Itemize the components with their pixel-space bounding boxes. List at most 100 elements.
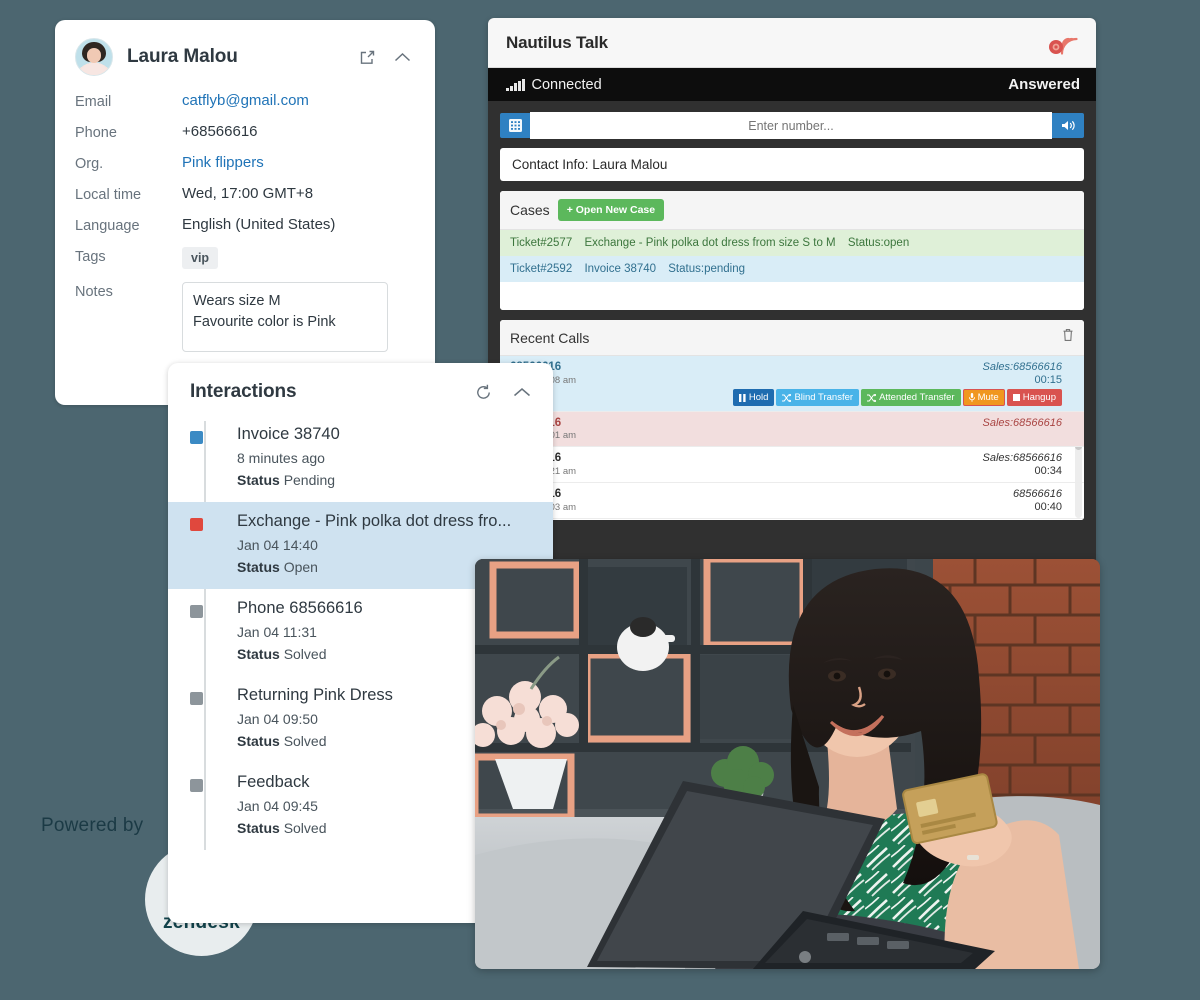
interaction-name: Feedback <box>237 773 310 791</box>
hangup-label: Hangup <box>1022 392 1056 403</box>
field-label: Language <box>75 218 140 234</box>
open-new-case-button[interactable]: + Open New Case <box>557 199 665 221</box>
call-row[interactable]: 68566616 Sales:68566616 18 09:27:21 am 0… <box>500 447 1084 483</box>
call-row[interactable]: 68566616 Sales:68566616 18 09:35:08 am 0… <box>500 356 1084 412</box>
tag-chip[interactable]: vip <box>182 247 219 269</box>
call-row[interactable]: 68566616 68566616 18 08:20:03 am 00:40 <box>500 483 1084 519</box>
call-duration: 00:40 <box>1034 501 1062 513</box>
status-label: Status <box>237 820 280 836</box>
stop-icon <box>1012 394 1020 401</box>
cases-empty-area <box>500 282 1084 310</box>
contact-field-email: Email catflyb@gmail.com <box>75 92 415 110</box>
field-value-phone: +68566616 <box>182 123 258 140</box>
cases-title: Cases <box>510 202 550 218</box>
nautilus-status-bar: Connected Answered <box>488 68 1096 101</box>
blind-transfer-label: Blind Transfer <box>794 392 854 403</box>
mute-button[interactable]: Mute <box>962 389 1005 406</box>
field-label: Tags <box>75 249 106 265</box>
attended-transfer-label: Attended Transfer <box>879 392 955 403</box>
status-dot <box>190 779 203 792</box>
status-label: Status <box>237 472 280 488</box>
interaction-date: Jan 04 09:50 <box>237 711 318 727</box>
contact-field-tags: Tags vip <box>75 247 415 269</box>
cases-panel: Cases + Open New Case Ticket#2577 Exchan… <box>500 191 1084 310</box>
call-queue: Sales:68566616 <box>982 417 1062 429</box>
field-value-org[interactable]: Pink flippers <box>182 154 264 171</box>
field-label: Phone <box>75 125 117 141</box>
case-subject: Exchange - Pink polka dot dress from siz… <box>584 237 836 249</box>
interaction-item[interactable]: Invoice 38740 8 minutes ago Status Pendi… <box>168 415 553 502</box>
pause-icon <box>738 393 746 402</box>
refresh-icon[interactable] <box>474 383 493 402</box>
interaction-date: Jan 04 09:45 <box>237 798 318 814</box>
interaction-date: Jan 04 14:40 <box>237 537 318 553</box>
case-ticket-id: Ticket#2592 <box>510 263 573 275</box>
hangup-button[interactable]: Hangup <box>1006 389 1062 406</box>
call-row[interactable]: 68566616 68566616 18 08:19:33 am 00:08 <box>500 519 1084 520</box>
call-queue: 68566616 <box>1013 488 1062 500</box>
status-label: Status <box>237 646 280 662</box>
interaction-status: Solved <box>283 646 327 662</box>
nautilus-shell-icon <box>1046 28 1080 58</box>
hold-button[interactable]: Hold <box>732 389 775 406</box>
case-row[interactable]: Ticket#2592 Invoice 38740 Status:pending <box>500 256 1084 282</box>
signal-bars-icon <box>506 78 525 91</box>
customer-photo <box>475 559 1100 969</box>
avatar <box>75 38 113 76</box>
shuffle-icon <box>782 393 792 402</box>
contact-field-local-time: Local time Wed, 17:00 GMT+8 <box>75 185 415 203</box>
recent-calls-list[interactable]: 68566616 Sales:68566616 18 09:35:08 am 0… <box>500 356 1084 520</box>
connection-status: Connected <box>531 76 602 93</box>
interaction-name: Returning Pink Dress <box>237 686 393 704</box>
mute-label: Mute <box>977 392 999 403</box>
call-state-badge: Answered <box>1008 76 1080 93</box>
contact-field-org: Org. Pink flippers <box>75 154 415 172</box>
recent-calls-title: Recent Calls <box>510 329 590 346</box>
interaction-status: Open <box>283 559 318 575</box>
field-label: Local time <box>75 187 142 203</box>
contact-field-phone: Phone +68566616 <box>75 123 415 141</box>
contact-fields: Email catflyb@gmail.com Phone +68566616 … <box>55 86 435 352</box>
recent-calls-panel: Recent Calls 68566616 Sales:68566616 <box>500 320 1084 520</box>
attended-transfer-button[interactable]: Attended Transfer <box>861 389 961 406</box>
call-duration: 00:15 <box>1034 374 1062 386</box>
field-value-language: English (United States) <box>182 216 336 233</box>
call-row[interactable]: 68566616 Sales:68566616 18 09:29:01 am <box>500 412 1084 447</box>
blind-transfer-button[interactable]: Blind Transfer <box>776 389 860 406</box>
speaker-icon[interactable] <box>1052 113 1084 138</box>
contact-info-text: Contact Info: Laura Malou <box>512 157 668 172</box>
field-value-local-time: Wed, 17:00 GMT+8 <box>182 185 314 202</box>
case-row[interactable]: Ticket#2577 Exchange - Pink polka dot dr… <box>500 230 1084 256</box>
status-dot <box>190 605 203 618</box>
chevron-up-icon[interactable] <box>513 387 531 398</box>
field-label: Notes <box>75 284 113 300</box>
powered-by-label: Powered by <box>41 815 144 836</box>
contact-card-header: Laura Malou <box>55 20 435 86</box>
nautilus-title-bar: Nautilus Talk <box>488 18 1096 68</box>
status-dot <box>190 431 203 444</box>
notes-textarea[interactable]: Wears size M Favourite color is Pink <box>182 282 388 352</box>
status-dot <box>190 518 203 531</box>
contact-card: Laura Malou Email catflyb@gmail.com Phon… <box>55 20 435 405</box>
field-value-email[interactable]: catflyb@gmail.com <box>182 92 309 109</box>
dialpad-icon[interactable] <box>500 113 530 138</box>
interaction-date: 8 minutes ago <box>237 450 325 466</box>
contact-field-notes: Notes Wears size M Favourite color is Pi… <box>75 282 415 352</box>
trash-icon[interactable] <box>1062 328 1074 347</box>
interactions-header: Interactions <box>168 363 553 415</box>
external-link-icon[interactable] <box>359 49 376 66</box>
contact-name: Laura Malou <box>127 46 238 67</box>
call-duration: 00:34 <box>1034 465 1062 477</box>
status-label: Status <box>237 733 280 749</box>
call-queue: Sales:68566616 <box>982 452 1062 464</box>
call-actions: Hold Blind Transfer Attended Transfer Mu… <box>510 389 1062 406</box>
contact-field-language: Language English (United States) <box>75 216 415 234</box>
number-input[interactable] <box>530 112 1052 139</box>
interactions-title: Interactions <box>190 381 297 402</box>
chevron-up-icon[interactable] <box>394 52 411 63</box>
case-status: Status:pending <box>668 263 745 275</box>
case-ticket-id: Ticket#2577 <box>510 237 573 249</box>
interaction-status: Pending <box>283 472 336 488</box>
interaction-status: Solved <box>283 733 327 749</box>
interaction-name: Phone 68566616 <box>237 599 363 617</box>
